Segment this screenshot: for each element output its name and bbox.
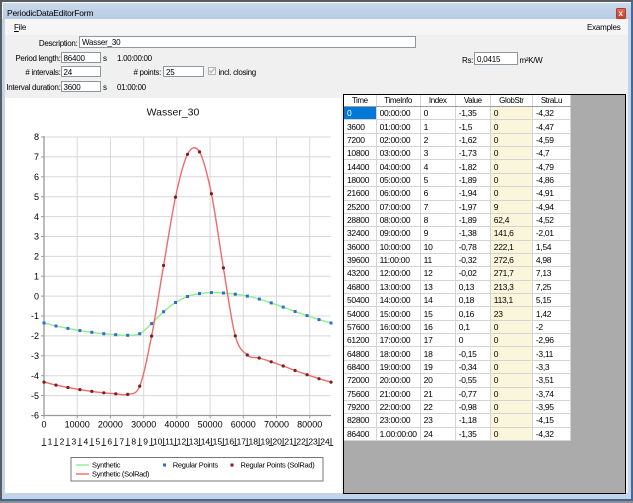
svg-text:Regular Points: Regular Points	[173, 461, 219, 470]
svg-text:Synthetic: Synthetic	[92, 461, 121, 470]
svg-text:0: 0	[34, 291, 39, 301]
svg-text:12: 12	[177, 437, 187, 447]
svg-text:22: 22	[296, 437, 306, 447]
svg-text:4: 4	[83, 437, 88, 447]
svg-text:-6: -6	[31, 411, 39, 421]
svg-text:2: 2	[34, 252, 39, 262]
svg-text:Synthetic (SolRad): Synthetic (SolRad)	[92, 470, 150, 479]
svg-text:3: 3	[34, 232, 39, 242]
svg-text:5: 5	[95, 437, 100, 447]
svg-text:24: 24	[320, 437, 330, 447]
svg-text:10: 10	[153, 437, 163, 447]
svg-text:80000: 80000	[297, 420, 322, 430]
svg-text:9: 9	[143, 437, 148, 447]
svg-text:6: 6	[107, 437, 112, 447]
svg-text:3: 3	[72, 437, 77, 447]
svg-text:19: 19	[260, 437, 270, 447]
svg-text:1: 1	[48, 437, 53, 447]
svg-text:8: 8	[34, 132, 39, 142]
svg-text:-5: -5	[31, 391, 39, 401]
svg-text:17: 17	[237, 437, 247, 447]
svg-text:7: 7	[119, 437, 124, 447]
svg-text:8: 8	[131, 437, 136, 447]
svg-text:7: 7	[34, 152, 39, 162]
svg-text:40000: 40000	[164, 420, 189, 430]
svg-text:4: 4	[34, 212, 39, 222]
svg-text:20: 20	[272, 437, 282, 447]
svg-text:-3: -3	[31, 351, 39, 361]
svg-text:14: 14	[201, 437, 211, 447]
svg-text:18: 18	[249, 437, 259, 447]
svg-text:-4: -4	[31, 371, 39, 381]
svg-text:-1: -1	[31, 311, 39, 321]
svg-text:23: 23	[308, 437, 318, 447]
svg-text:5: 5	[34, 192, 39, 202]
svg-text:0: 0	[41, 420, 46, 430]
svg-text:-2: -2	[31, 331, 39, 341]
svg-text:Regular Points (SolRad): Regular Points (SolRad)	[241, 461, 316, 470]
svg-text:20000: 20000	[98, 420, 123, 430]
svg-text:11: 11	[165, 437, 174, 447]
svg-text:30000: 30000	[131, 420, 156, 430]
svg-text:50000: 50000	[198, 420, 223, 430]
svg-text:Wasser_30: Wasser_30	[147, 107, 200, 119]
svg-text:15: 15	[213, 437, 223, 447]
svg-text:10000: 10000	[65, 420, 90, 430]
svg-text:70000: 70000	[264, 420, 289, 430]
svg-text:6: 6	[34, 172, 39, 182]
svg-text:16: 16	[225, 437, 235, 447]
svg-text:60000: 60000	[231, 420, 256, 430]
svg-text:1: 1	[34, 271, 39, 281]
svg-text:21: 21	[284, 437, 294, 447]
svg-text:2: 2	[60, 437, 65, 447]
svg-text:13: 13	[189, 437, 199, 447]
